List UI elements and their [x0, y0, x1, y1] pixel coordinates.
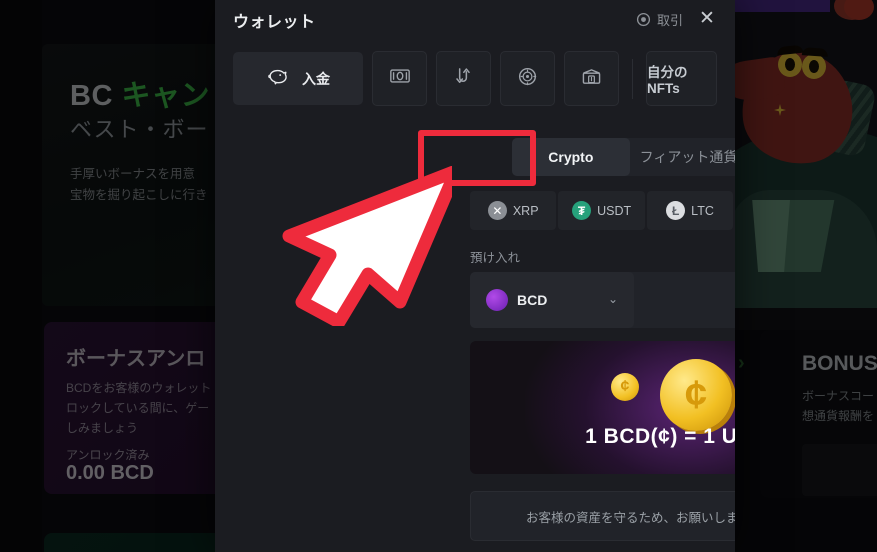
modal-title: ウォレット [233, 14, 316, 31]
crypto-chip-label: XRP [512, 203, 539, 218]
swap-button[interactable] [436, 51, 491, 106]
crypto-chip-xrp[interactable]: ✕ XRP [470, 191, 557, 230]
crypto-chip-ltc[interactable]: Ł LTC [646, 191, 734, 230]
trade-label: 取引 [656, 13, 683, 28]
close-icon[interactable]: ✕ [695, 6, 719, 30]
mouse-cursor [252, 164, 463, 329]
swap-arrows-icon [453, 66, 474, 92]
trade-icon [636, 12, 651, 27]
withdraw-button[interactable] [372, 51, 427, 106]
wallet-tabs: Crypto フィアット通貨 NFT [512, 138, 735, 176]
crypto-chip-usdt[interactable]: ₮ USDT [558, 191, 645, 230]
wallet-toolbar: 入金 自分の NFTs [233, 51, 717, 106]
roulette-wheel-icon [517, 66, 538, 92]
deposit-button[interactable]: 入金 [233, 52, 363, 105]
chevron-down-icon[interactable]: ⌄ [608, 292, 618, 306]
cashier-button[interactable] [564, 51, 619, 106]
xrp-coin-icon: ✕ [487, 201, 507, 220]
two-factor-notice[interactable]: お客様の資産を守るため、お願いします 2FAを有効にする [470, 491, 735, 541]
promo-banner[interactable]: ¢ ¢ ¢ 1 BCD(¢) = 1 USD($) [470, 341, 735, 474]
crypto-chip-label: USDT [597, 203, 632, 218]
modal-header: ウォレット 取引 ✕ [215, 0, 735, 38]
big-coin-symbol: ¢ [684, 372, 708, 417]
balance-row: BCD ⌄ 残高 0.010000 [470, 272, 735, 328]
toolbar-divider [632, 58, 633, 99]
small-coin-left-icon: ¢ [611, 373, 639, 401]
deposit-label: 入金 [302, 70, 330, 87]
deposit-row-labels: 預け入れ 記録 [470, 247, 735, 266]
big-coin-icon: ¢ [660, 359, 732, 431]
promo-text: 1 BCD(¢) = 1 USD($) [585, 425, 735, 448]
my-nfts-button[interactable]: 自分の NFTs [646, 51, 717, 106]
two-factor-notice-text: お客様の資産を守るため、お願いします [525, 510, 735, 525]
currency-label: BCD [517, 292, 548, 308]
roulette-button[interactable] [500, 51, 555, 106]
tab-fiat[interactable]: フィアット通貨 [630, 138, 735, 176]
banknote-icon [389, 67, 411, 90]
cashier-vault-icon [581, 67, 602, 91]
crypto-chip-label: LTC [691, 203, 714, 218]
deposit-section-label: 預け入れ [470, 251, 521, 265]
bcd-coin-icon [486, 289, 508, 311]
ltc-coin-icon: Ł [666, 201, 686, 220]
piggy-bank-icon [266, 66, 288, 91]
usdt-coin-icon: ₮ [572, 201, 592, 220]
trade-button[interactable]: 取引 [636, 10, 683, 29]
crypto-chip-list: ✕ XRP ₮ USDT Ł LTC W WAXP ₿ BTC [470, 191, 735, 230]
